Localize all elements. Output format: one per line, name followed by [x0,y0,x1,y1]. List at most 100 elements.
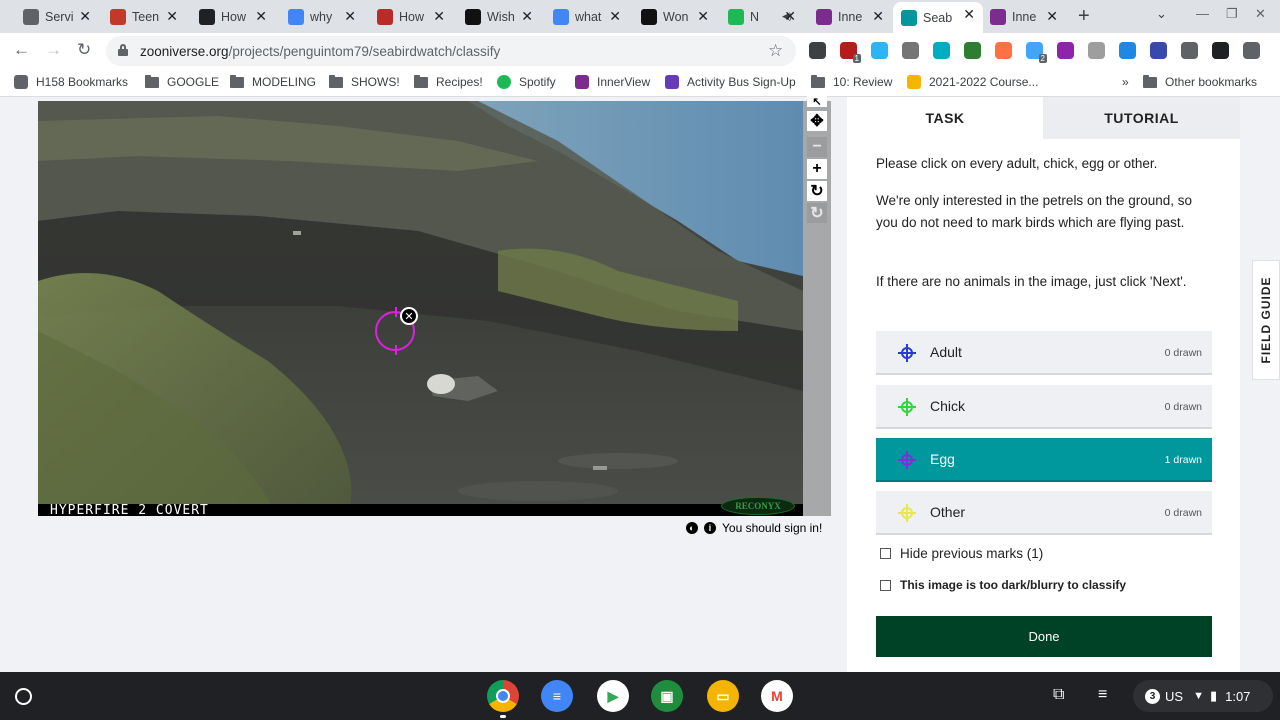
puzzle-icon[interactable] [1181,42,1198,59]
tool-count: 0 drawn [1164,347,1202,359]
browser-tab[interactable]: How ✕ [369,4,453,29]
ext-icon-9[interactable] [1057,42,1074,59]
contrast-icon[interactable]: ◐ [686,522,698,534]
info-icon[interactable]: i [704,522,716,534]
browser-tab[interactable]: Inne ✕ [808,4,892,29]
classroom-icon[interactable]: ▣ [651,680,683,712]
forward-button[interactable]: → [45,40,62,60]
menu-icon[interactable] [1243,42,1260,59]
tab-close-icon[interactable]: ✕ [344,8,356,25]
sidepanel-icon[interactable] [1212,42,1229,59]
play-store-icon[interactable]: ▶ [597,680,629,712]
ext-icon-11[interactable] [1119,42,1136,59]
ext-icon-5[interactable] [933,42,950,59]
browser-tab[interactable]: Servi ✕ [15,4,99,29]
bookmark-item[interactable]: InnerView [575,75,650,89]
browser-tab[interactable]: Teen ✕ [102,4,186,29]
ext-icon-12[interactable] [1150,42,1167,59]
restore-window-button[interactable]: ❐ [1226,6,1238,22]
bookmark-star-icon[interactable]: ☆ [768,41,783,61]
sign-in-text[interactable]: You should sign in! [722,521,822,535]
bookmark-item[interactable]: SHOWS! [329,74,400,89]
tab-title: why [310,9,333,24]
address-bar[interactable]: zooniverse.org/projects/penguintom79/sea… [106,36,796,66]
browser-tab[interactable]: How ✕ [191,4,275,29]
tab-tutorial[interactable]: TUTORIAL [1043,97,1240,139]
bookmark-item[interactable]: Spotify [497,75,556,89]
bookmark-item[interactable]: Activity Bus Sign-Up [665,75,796,89]
rotate-button[interactable]: ↻ [807,181,827,201]
slides-icon[interactable]: ▭ [707,680,739,712]
minimize-window-button[interactable]: — [1196,6,1209,21]
docs-icon[interactable]: ≡ [541,680,573,712]
browser-tab[interactable]: Inne ✕ [982,4,1066,29]
camera-trap-photo [38,101,803,516]
bookmark-item[interactable]: GOOGLE [145,74,220,89]
tab-close-icon[interactable]: ✕ [79,8,91,25]
other-bookmarks-folder[interactable]: Other bookmarks [1143,74,1257,89]
tab-task[interactable]: TASK [847,97,1043,139]
tab-close-icon[interactable]: ✕ [609,8,621,25]
ext-icon-3[interactable] [871,42,888,59]
ext-icon-4[interactable] [902,42,919,59]
tool-adult-button[interactable]: Adult 0 drawn [876,331,1212,375]
ext-icon-10[interactable] [1088,42,1105,59]
done-button[interactable]: Done [876,616,1212,657]
tab-search-chevron-icon[interactable]: ⌄ [1156,6,1167,22]
ext-icon-6[interactable] [964,42,981,59]
checkbox-icon[interactable] [880,579,891,591]
browser-tab[interactable]: Won ✕ [633,4,717,29]
bookmark-item[interactable]: MODELING [230,74,316,89]
close-window-button[interactable]: ✕ [1255,6,1266,22]
field-guide-tab[interactable]: FIELD GUIDE [1252,260,1280,380]
move-pan-button[interactable]: ✥ [807,111,827,131]
new-tab-button[interactable]: + [1078,5,1090,28]
hide-previous-marks-checkbox[interactable]: Hide previous marks (1) [880,546,1043,561]
tab-close-icon[interactable]: ✕ [521,8,533,25]
more-bookmarks-button[interactable]: » [1122,75,1129,89]
tab-close-icon[interactable]: ✕ [872,8,884,25]
browser-tab[interactable]: what ✕ [545,4,629,29]
screen-capture-icon[interactable]: ⧉ [1053,686,1064,704]
page-content: ✕ HYPERFIRE 2 COVERT RECONYX ↖ ✥ − + ↻ ↻… [0,95,1280,672]
bookmark-label: Recipes! [436,75,483,89]
tab-close-icon[interactable]: ✕ [433,8,445,25]
tab-close-icon[interactable]: ✕ [1046,8,1058,25]
bookmark-item[interactable]: 10: Review [811,74,892,89]
gmail-icon[interactable]: M [761,680,793,712]
tool-egg-button[interactable]: Egg 1 drawn [876,438,1212,482]
tool-chick-button[interactable]: Chick 0 drawn [876,385,1212,429]
zoom-out-button[interactable]: − [807,137,827,157]
launcher-button[interactable] [15,688,32,705]
status-tray[interactable]: 3 US ▼ ▮ 1:07 [1133,680,1273,712]
clipboard-icon[interactable]: ≡ [1098,686,1107,704]
annotate-pointer-button[interactable]: ↖ [807,95,827,108]
checkbox-icon[interactable] [880,548,891,559]
tab-close-icon[interactable]: ✕ [255,8,267,25]
delete-mark-button[interactable]: ✕ [400,307,418,325]
browser-tab[interactable]: Seab ✕ [893,2,983,33]
reset-view-button[interactable]: ↻ [807,203,827,223]
browser-tab[interactable]: N ◀) ✕ [720,4,804,29]
tab-close-icon[interactable]: ✕ [697,8,709,25]
browser-tab[interactable]: Wish ✕ [457,4,541,29]
tool-other-button[interactable]: Other 0 drawn [876,491,1212,535]
ext-icon-1[interactable] [809,42,826,59]
browser-tab[interactable]: why ✕ [280,4,364,29]
too-dark-checkbox[interactable]: This image is too dark/blurry to classif… [880,578,1126,592]
ext-icon-7[interactable] [995,42,1012,59]
subject-image[interactable]: ✕ HYPERFIRE 2 COVERT RECONYX [38,101,803,516]
chrome-icon[interactable] [487,680,519,712]
back-button[interactable]: ← [13,40,30,60]
ext-icon-8[interactable]: 2 [1026,42,1047,63]
tab-close-icon[interactable]: ✕ [166,8,178,25]
reload-button[interactable]: ↻ [77,40,91,60]
bookmark-label: GOOGLE [167,75,220,89]
ext-icon-2[interactable]: 1 [840,42,861,63]
bookmark-item[interactable]: H158 Bookmarks [14,75,128,89]
zoom-in-button[interactable]: + [807,159,827,179]
tab-close-icon[interactable]: ✕ [784,8,796,25]
bookmark-item[interactable]: Recipes! [414,74,483,89]
bookmark-item[interactable]: 2021-2022 Course... [907,75,1038,89]
tab-close-icon[interactable]: ✕ [963,6,975,23]
